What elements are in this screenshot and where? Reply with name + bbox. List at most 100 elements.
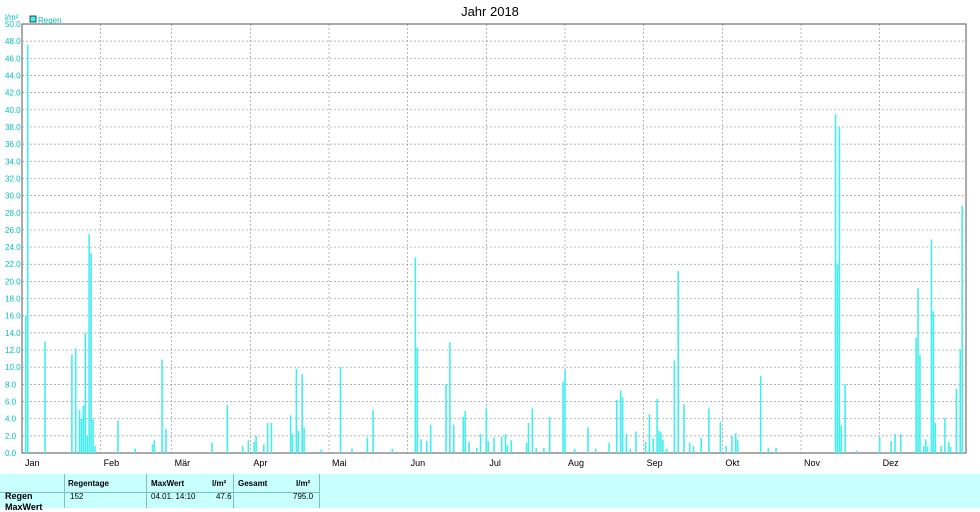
rain-bar bbox=[635, 431, 637, 453]
y-tick-label: 4.0 bbox=[5, 415, 17, 424]
rain-bar bbox=[88, 234, 90, 453]
x-tick-label: Jan bbox=[25, 458, 40, 468]
rain-bar bbox=[625, 434, 628, 453]
rain-bar bbox=[82, 405, 85, 453]
rain-bar bbox=[662, 440, 664, 453]
rain-bar bbox=[531, 408, 534, 453]
x-tick-label: Dez bbox=[883, 458, 900, 468]
rain-bar bbox=[449, 342, 451, 453]
y-tick-label: 24.0 bbox=[5, 243, 21, 252]
y-tick-label: 16.0 bbox=[5, 312, 21, 321]
rain-bar bbox=[656, 398, 658, 453]
rain-bar bbox=[71, 354, 73, 453]
rain-bar bbox=[26, 44, 29, 453]
header-maxwert: MaxWert bbox=[151, 479, 185, 488]
rain-bar bbox=[648, 414, 651, 453]
rain-bar bbox=[25, 315, 27, 453]
x-tick-label: Apr bbox=[253, 458, 267, 468]
rain-bar bbox=[74, 348, 77, 453]
rain-bar bbox=[855, 450, 858, 453]
value-maxdate: 04.01. 14:10 bbox=[151, 492, 196, 501]
y-tick-label: 42.0 bbox=[5, 89, 21, 98]
rain-bar bbox=[429, 424, 432, 453]
y-tick-label: 10.0 bbox=[5, 363, 21, 372]
rain-bar bbox=[351, 448, 353, 453]
rain-bar bbox=[84, 332, 87, 453]
x-tick-label: Mai bbox=[332, 458, 347, 468]
rain-bar bbox=[947, 441, 950, 453]
value-regentage: 152 bbox=[70, 492, 84, 501]
rain-bar bbox=[543, 447, 545, 453]
rain-bar bbox=[700, 437, 703, 453]
rain-bar bbox=[775, 447, 777, 453]
rain-bar bbox=[493, 437, 495, 453]
rain-bar bbox=[487, 440, 490, 453]
rain-bar bbox=[692, 446, 695, 453]
rain-bar bbox=[658, 430, 660, 453]
rain-bar bbox=[416, 347, 419, 453]
rain-bar bbox=[485, 407, 488, 453]
rain-bar bbox=[673, 360, 676, 453]
rain-bar bbox=[548, 416, 551, 453]
y-tick-label: 34.0 bbox=[5, 157, 21, 166]
y-tick-label: 40.0 bbox=[5, 106, 21, 115]
header-gesamt: Gesamt bbox=[238, 479, 268, 488]
plot-frame bbox=[21, 23, 967, 454]
row-label-regen: Regen bbox=[5, 491, 33, 501]
rain-bar bbox=[949, 446, 952, 453]
rain-bar bbox=[303, 427, 305, 453]
y-tick-label: 48.0 bbox=[5, 37, 21, 46]
rain-bar bbox=[608, 442, 610, 453]
rain-bar bbox=[926, 446, 929, 453]
rain-bar bbox=[644, 441, 647, 453]
rain-bar bbox=[297, 430, 300, 453]
y-tick-label: 12.0 bbox=[5, 346, 21, 355]
rain-bar bbox=[247, 440, 250, 453]
y-tick-label: 38.0 bbox=[5, 123, 21, 132]
rain-bar bbox=[452, 424, 455, 453]
legend-swatch bbox=[29, 15, 37, 23]
stats-table: Regentage MaxWert l/m² Gesamt l/m² Regen… bbox=[0, 474, 980, 512]
header-gesamt-unit: l/m² bbox=[296, 479, 311, 488]
rain-chart: Jahr 2018l/m² Regen0.02.04.06.08.010.012.… bbox=[5, 4, 967, 468]
y-tick-label: 22.0 bbox=[5, 260, 21, 269]
y-tick-label: 2.0 bbox=[5, 432, 17, 441]
rain-bar bbox=[241, 446, 244, 453]
rain-bar bbox=[736, 440, 739, 453]
rain-bar bbox=[153, 440, 156, 453]
rain-bar bbox=[165, 428, 167, 453]
rain-bar bbox=[510, 440, 513, 453]
rain-bar bbox=[426, 440, 428, 453]
rain-bar bbox=[366, 437, 369, 453]
y-tick-label: 50.0 bbox=[5, 20, 21, 29]
rain-bar bbox=[564, 369, 566, 453]
rain-bar bbox=[890, 440, 892, 453]
y-tick-label: 6.0 bbox=[5, 398, 17, 407]
rain-bar bbox=[922, 446, 925, 453]
rain-bar bbox=[840, 425, 843, 453]
rain-bar bbox=[500, 436, 503, 453]
rain-bar bbox=[621, 397, 624, 453]
rain-bar bbox=[301, 374, 303, 453]
rain-bar bbox=[836, 264, 839, 453]
rain-bar bbox=[759, 375, 762, 453]
rain-bar bbox=[44, 341, 46, 453]
chart-area: Jahr 2018 l/m² Regen 0.0 2.0 4.0 6.0 8.0 10.0 12.… bbox=[0, 0, 980, 470]
rain-bar bbox=[86, 435, 89, 453]
rain-bar bbox=[688, 442, 691, 453]
rain-bar bbox=[934, 422, 937, 453]
x-tick-label: Sep bbox=[647, 458, 663, 468]
rain-bar bbox=[90, 253, 92, 453]
x-tick-label: Okt bbox=[725, 458, 740, 468]
rain-bar bbox=[767, 447, 770, 453]
y-tick-label: 46.0 bbox=[5, 54, 21, 63]
x-tick-label: Aug bbox=[568, 458, 584, 468]
rain-bar bbox=[211, 442, 213, 453]
rain-bar bbox=[527, 422, 530, 453]
rain-bar bbox=[420, 439, 422, 453]
rain-bar bbox=[479, 434, 482, 453]
rain-bar bbox=[915, 338, 917, 453]
rain-bar bbox=[414, 257, 417, 453]
rain-bar bbox=[959, 349, 962, 453]
rain-bar bbox=[725, 446, 727, 453]
